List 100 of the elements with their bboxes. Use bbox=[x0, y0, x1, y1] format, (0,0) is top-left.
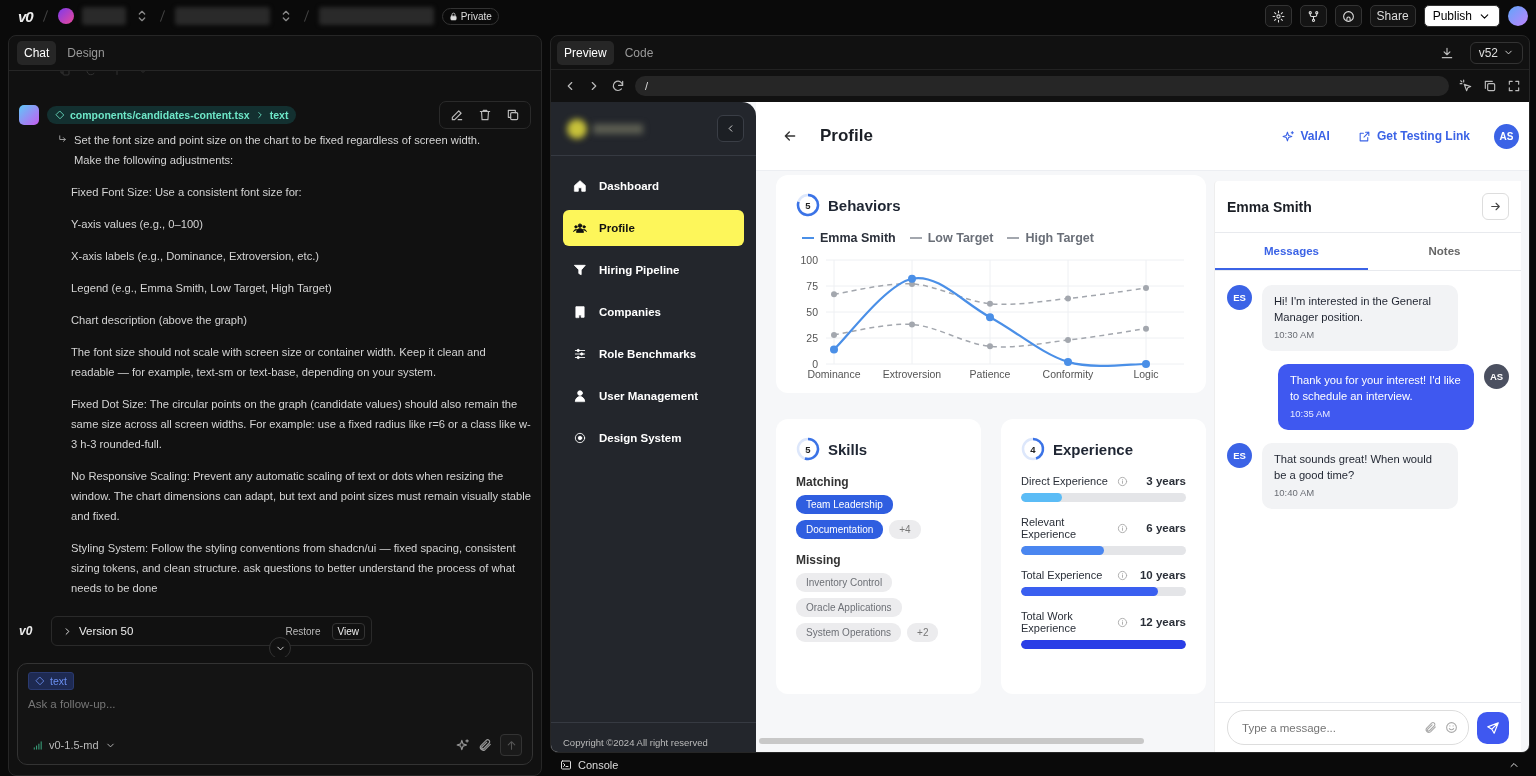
nav-item[interactable]: Companies bbox=[563, 294, 744, 330]
panel-tab[interactable]: Design bbox=[60, 41, 112, 65]
context-target: text bbox=[269, 109, 289, 121]
experience-label: Direct Experience bbox=[1021, 475, 1109, 487]
nav-item[interactable]: Role Benchmarks bbox=[563, 336, 744, 372]
experience-value: 10 years bbox=[1138, 569, 1186, 581]
data-point bbox=[1065, 295, 1071, 302]
message-field[interactable]: Type a message... bbox=[1227, 710, 1469, 745]
fork-button[interactable] bbox=[1299, 5, 1327, 27]
back-button[interactable] bbox=[782, 128, 798, 144]
card-title: Skills bbox=[828, 440, 868, 458]
x-axis-label: Logic bbox=[1133, 368, 1159, 380]
github-button[interactable] bbox=[1334, 5, 1362, 27]
nav-item[interactable]: Design System bbox=[563, 420, 744, 456]
message-paragraph: X-axis labels (e.g., Dominance, Extroversion, etc.) bbox=[71, 249, 321, 264]
enhance-button[interactable] bbox=[456, 738, 470, 752]
fork-icon bbox=[1306, 9, 1320, 23]
data-point bbox=[1143, 285, 1149, 292]
signal-bars-icon bbox=[32, 739, 43, 751]
blurred-logo bbox=[567, 118, 587, 139]
settings-button[interactable] bbox=[1264, 5, 1292, 27]
diamond-icon bbox=[55, 110, 65, 120]
cursor-icon bbox=[1459, 79, 1473, 93]
model-selector[interactable]: v0-1.5-md bbox=[28, 739, 120, 751]
expand-icon bbox=[1507, 79, 1521, 93]
testing-link[interactable]: Get Testing Link bbox=[1357, 129, 1470, 143]
panel-tab[interactable]: Chat bbox=[17, 41, 57, 65]
windows-icon bbox=[1483, 79, 1497, 93]
console-label[interactable]: Console bbox=[578, 759, 619, 771]
nav-item[interactable]: Hiring Pipeline bbox=[563, 252, 744, 288]
avatar: ES bbox=[1227, 285, 1252, 310]
attach-button[interactable] bbox=[478, 738, 492, 752]
building-icon bbox=[573, 305, 587, 319]
diamond-icon bbox=[35, 676, 45, 686]
send-button[interactable] bbox=[1477, 711, 1509, 744]
app-logo[interactable]: v0 bbox=[18, 7, 33, 25]
message-paragraph: Legend (e.g., Emma Smith, Low Target, High Target) bbox=[71, 281, 333, 296]
trash-icon bbox=[478, 108, 492, 122]
select-element-button[interactable] bbox=[1459, 79, 1473, 93]
fullscreen-button[interactable] bbox=[1507, 79, 1521, 93]
message-text: Hi! I'm interested in the General Manager position. bbox=[1274, 294, 1432, 325]
users-icon bbox=[573, 221, 587, 235]
sliders-icon bbox=[573, 347, 587, 361]
external-link-icon bbox=[1357, 129, 1371, 143]
close-panel-button[interactable] bbox=[1482, 193, 1509, 220]
download-button[interactable] bbox=[1439, 45, 1454, 60]
detail-tab[interactable]: Messages bbox=[1215, 233, 1368, 270]
x-axis-label: Extroversion bbox=[882, 368, 942, 380]
data-point bbox=[987, 343, 993, 350]
message-time: 10:30 AM bbox=[1274, 328, 1316, 342]
score-value: 5 bbox=[804, 198, 812, 213]
preview-tab[interactable]: Preview bbox=[557, 40, 614, 65]
scrollbar[interactable] bbox=[759, 738, 1144, 744]
preview-tab[interactable]: Code bbox=[617, 40, 661, 65]
restore-button[interactable]: Restore bbox=[280, 623, 326, 639]
download-icon bbox=[1439, 45, 1454, 60]
share-button[interactable]: Share bbox=[1369, 5, 1416, 27]
page-title: Profile bbox=[820, 126, 874, 146]
nav-item[interactable]: Dashboard bbox=[563, 168, 744, 204]
message-paragraph: Chart description (above the graph) bbox=[71, 313, 248, 328]
prompt-input[interactable]: Ask a follow-up... bbox=[28, 698, 522, 710]
group-title: Missing bbox=[796, 553, 842, 567]
publish-button[interactable]: Publish bbox=[1423, 5, 1500, 27]
new-window-button[interactable] bbox=[1483, 79, 1497, 93]
team-avatar[interactable] bbox=[57, 8, 74, 24]
legend-item: Emma Smith bbox=[802, 231, 896, 245]
more-tag[interactable]: +4 bbox=[889, 520, 921, 539]
legend-item: High Target bbox=[1007, 231, 1094, 245]
user-avatar[interactable] bbox=[1508, 6, 1528, 26]
contact-name: Emma Smith bbox=[1227, 198, 1313, 215]
legend-item: Low Target bbox=[909, 231, 994, 245]
assistant-logo: v0 bbox=[19, 624, 34, 638]
data-point bbox=[831, 291, 837, 298]
lock-icon bbox=[448, 11, 458, 21]
x-axis-label: Conformity bbox=[1042, 368, 1094, 380]
skill-tag: System Operations bbox=[796, 623, 902, 642]
skill-tag: Inventory Control bbox=[796, 573, 893, 592]
home-icon bbox=[573, 179, 587, 193]
view-button[interactable]: View bbox=[331, 622, 365, 640]
nav-item[interactable]: Profile bbox=[563, 210, 744, 246]
experience-value: 6 years bbox=[1145, 522, 1186, 534]
group-title: Matching bbox=[796, 475, 850, 489]
message-paragraph: The font size should not scale with screen size or container width. Keep it clean and readable — for example, text-sm or text-base, depending on your system. bbox=[71, 345, 487, 380]
url-field[interactable]: / bbox=[635, 76, 1449, 96]
card-title: Experience bbox=[1053, 440, 1134, 458]
user-avatar[interactable]: AS bbox=[1494, 123, 1519, 149]
nav-item[interactable]: User Management bbox=[563, 378, 744, 414]
skill-tag: Team Leadership bbox=[796, 495, 893, 514]
redacted-block bbox=[593, 123, 643, 134]
more-tag[interactable]: +2 bbox=[907, 623, 939, 642]
context-chip[interactable]: text bbox=[28, 672, 74, 690]
data-point bbox=[1065, 337, 1071, 344]
message-paragraph: Y-axis values (e.g., 0–100) bbox=[71, 217, 205, 232]
pencil-icon bbox=[450, 108, 464, 122]
message-paragraph: Set the font size and point size on the chart to be fixed regardless of screen width. Make the following adjustments: bbox=[74, 133, 481, 168]
message-input[interactable]: Type a message... bbox=[1240, 720, 1416, 735]
version-dropdown[interactable]: v52 bbox=[1469, 41, 1523, 64]
ai-link[interactable]: ValAI bbox=[1281, 129, 1330, 143]
card-title: Behaviors bbox=[828, 196, 901, 214]
detail-tab[interactable]: Notes bbox=[1368, 233, 1521, 270]
